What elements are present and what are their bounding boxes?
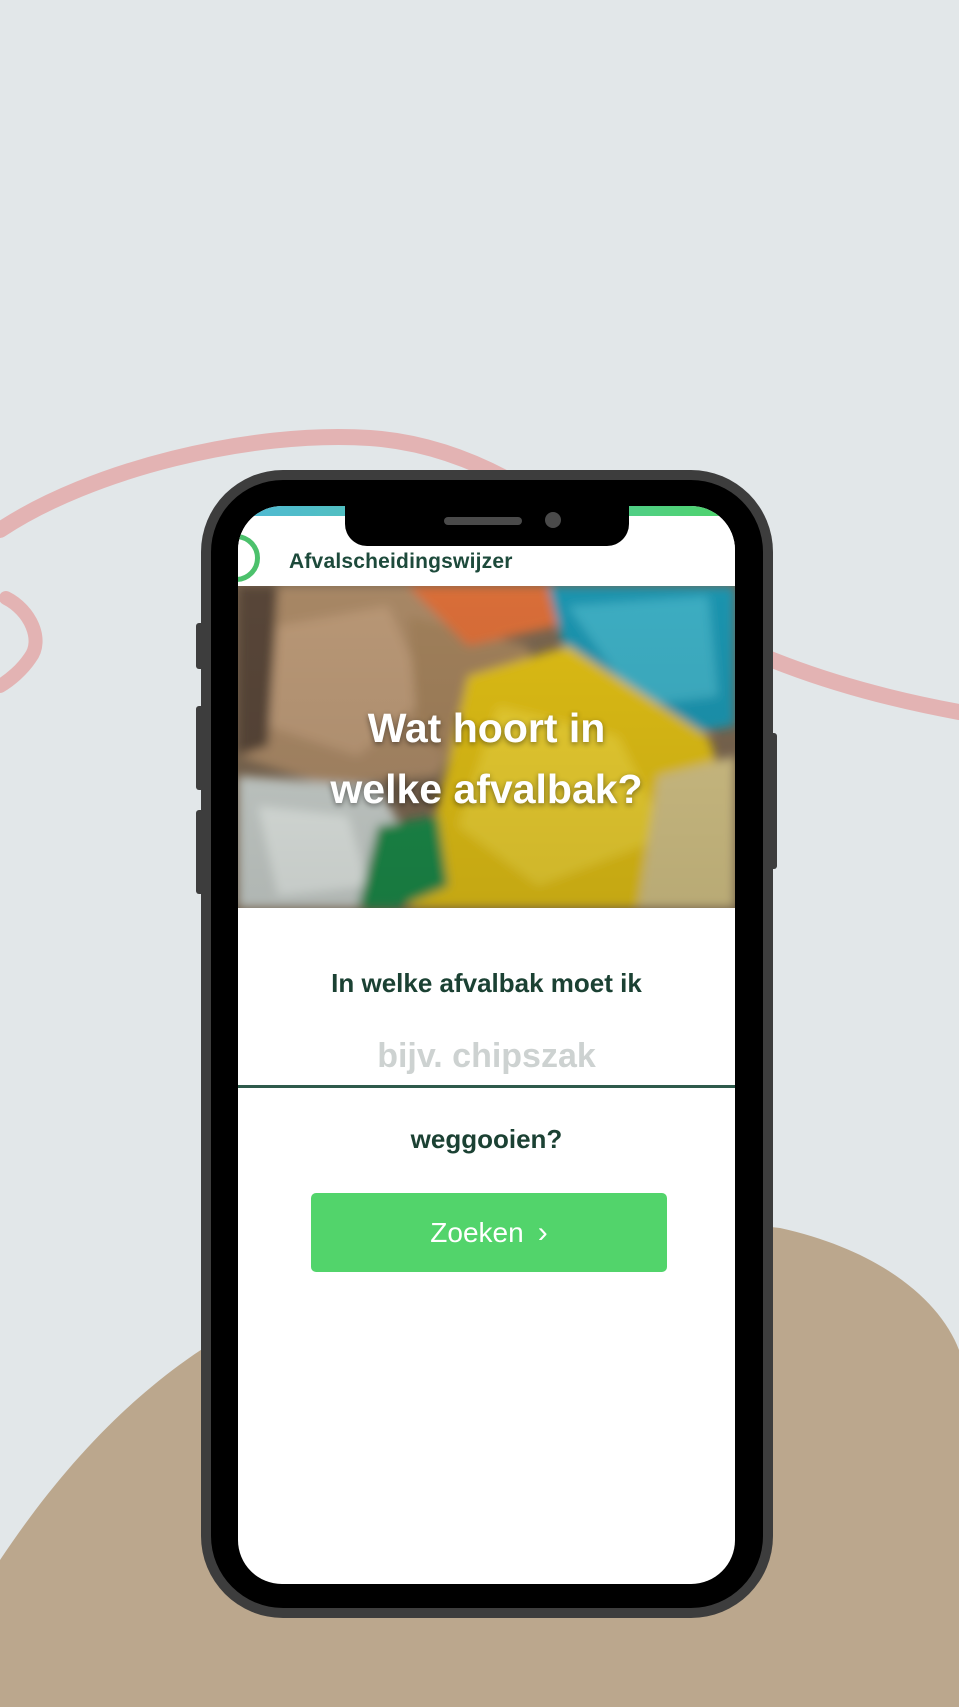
- search-button[interactable]: Zoeken ›: [311, 1193, 667, 1272]
- speaker-grille: [444, 517, 522, 525]
- phone-screen: Afvalscheidingswijzer Wat hoort in welke…: [238, 506, 735, 1584]
- silent-switch: [196, 623, 205, 669]
- hero-title-line-2: welke afvalbak?: [330, 766, 643, 812]
- pink-loop: [0, 591, 43, 693]
- chevron-right-icon: ›: [537, 1215, 548, 1249]
- phone-notch: [345, 506, 629, 546]
- app-title: Afvalscheidingswijzer: [289, 550, 513, 573]
- power-button: [768, 733, 777, 869]
- search-question-top: In welke afvalbak moet ik: [331, 968, 642, 998]
- search-input[interactable]: [238, 1028, 735, 1088]
- volume-down-button: [196, 810, 205, 894]
- search-button-label: Zoeken: [430, 1216, 524, 1248]
- hero-title: Wat hoort in welke afvalbak?: [238, 698, 735, 820]
- search-question-bottom: weggooien?: [410, 1124, 563, 1154]
- volume-up-button: [196, 706, 205, 790]
- logo-icon: [238, 534, 260, 582]
- hero-title-line-1: Wat hoort in: [367, 705, 606, 751]
- hero-banner: Wat hoort in welke afvalbak?: [238, 586, 735, 908]
- front-camera: [545, 512, 561, 528]
